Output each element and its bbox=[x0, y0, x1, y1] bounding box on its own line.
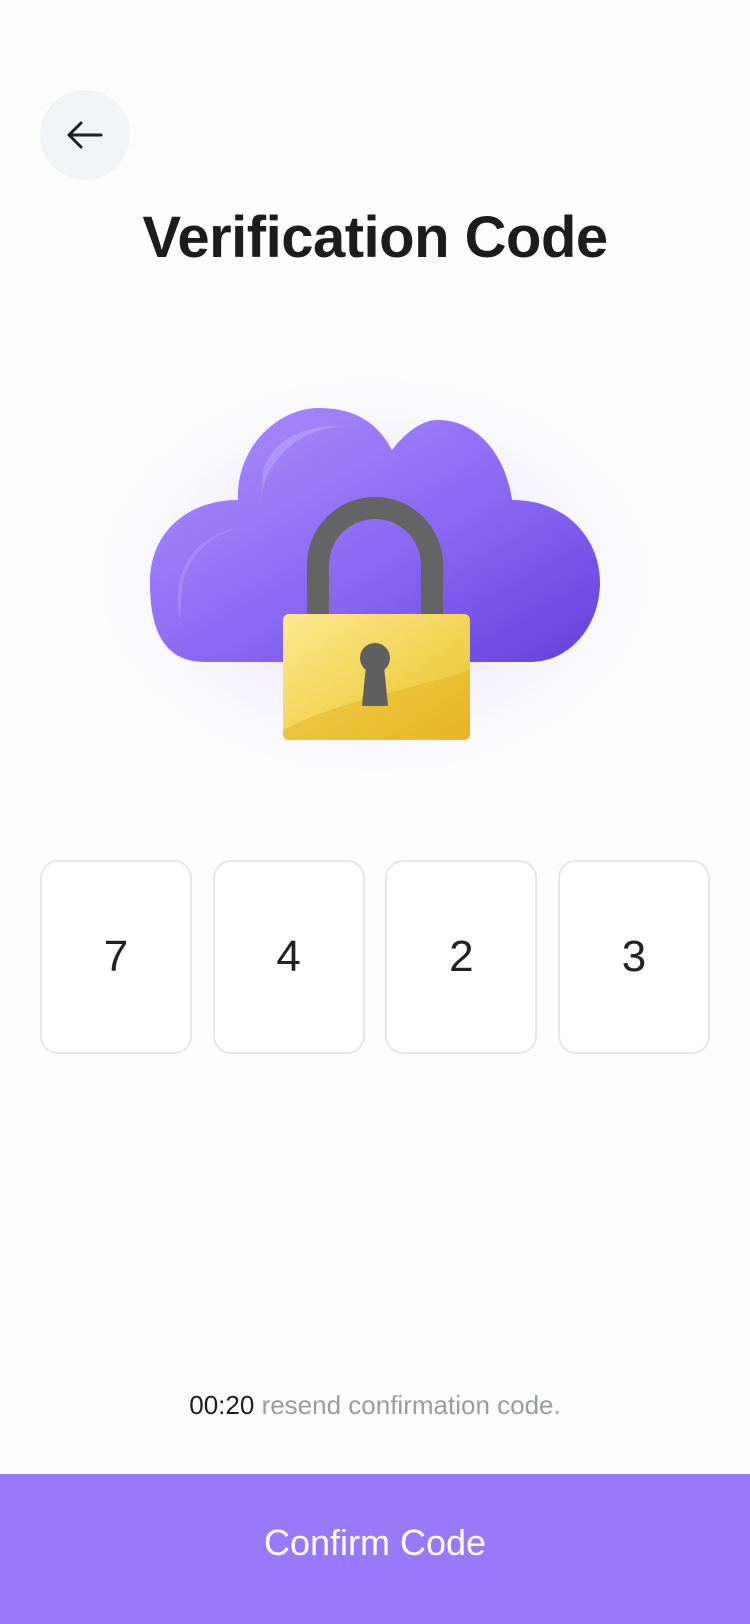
resend-link[interactable]: resend confirmation code. bbox=[262, 1390, 561, 1420]
cloud-lock-icon bbox=[100, 370, 650, 770]
confirm-code-button[interactable]: Confirm Code bbox=[0, 1474, 750, 1624]
back-button[interactable] bbox=[40, 90, 130, 180]
cloud-lock-illustration bbox=[100, 320, 650, 770]
arrow-left-icon bbox=[65, 120, 105, 150]
code-digit-input[interactable]: 7 bbox=[40, 860, 192, 1054]
code-digit-input[interactable]: 2 bbox=[385, 860, 538, 1054]
resend-timer: 00:20 bbox=[189, 1390, 255, 1420]
resend-line: 00:20 resend confirmation code. bbox=[0, 1390, 750, 1421]
code-input-row: 7 4 2 3 bbox=[40, 860, 710, 1056]
code-digit-input[interactable]: 3 bbox=[557, 860, 710, 1054]
code-digit-input[interactable]: 4 bbox=[212, 860, 365, 1054]
confirm-code-label: Confirm Code bbox=[263, 1522, 487, 1563]
page-title: Verification Code bbox=[142, 205, 608, 270]
